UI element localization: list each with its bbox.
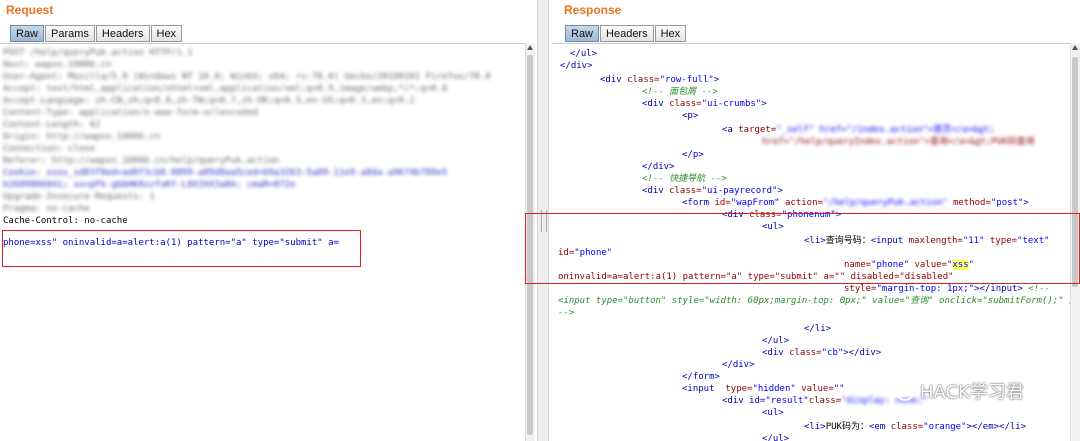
scroll-up-icon[interactable]	[527, 45, 533, 50]
code-line: </form>	[682, 372, 720, 382]
response-title: Response	[564, 3, 622, 17]
code-line: <form id="wapFrom" action="/help/queryPu…	[682, 198, 1029, 208]
request-header-line: Content-Type: application/x-www-form-url…	[3, 108, 258, 118]
request-pane: Request Raw Params Headers Hex POST /hel…	[0, 0, 535, 441]
code-line: <!-- 快捷导航 -->	[642, 174, 727, 184]
code-line: <div class="ui-payrecord">	[642, 186, 783, 196]
reflection-highlight-box	[525, 213, 1080, 284]
code-line: <a target="_self" href="/index.action">首…	[722, 125, 995, 135]
request-tab-headers[interactable]: Headers	[95, 25, 150, 42]
watermark: HACK学习君	[888, 378, 1024, 404]
code-line: <!-- 面包屑 -->	[642, 87, 718, 97]
code-line: -->	[558, 308, 575, 318]
code-line: </div>	[642, 162, 675, 172]
code-line: </div>	[722, 360, 755, 370]
code-line: href="/help/queryIndex.action">查询</a>&gt…	[762, 137, 1035, 147]
code-line: </ul>	[762, 336, 790, 346]
request-header-line: Connection: close	[3, 144, 96, 154]
code-line: <input type="hidden" value=""	[682, 384, 845, 394]
request-cache-control-line: Cache-Control: no-cache	[3, 216, 128, 226]
response-tab-hex[interactable]: Hex	[654, 25, 687, 42]
request-header-line: Host: wapxx.10086.cn	[3, 60, 112, 70]
request-header-line: Content-Length: 62	[3, 120, 101, 130]
code-line: <div class="row-full">	[600, 75, 720, 85]
code-line: <div class="ui-crumbs">	[642, 99, 767, 109]
request-tabs: Raw Params Headers Hex	[10, 25, 183, 42]
code-line: style="margin-top: 1px;"></input> <!--	[844, 284, 1050, 294]
response-tab-headers[interactable]: Headers	[600, 25, 654, 42]
request-cookie-line: b2689866841; xx=pFk-gbbHK8zzfuKY-L8X3XX3…	[3, 180, 296, 190]
code-line: <div class="cb"></div>	[762, 348, 882, 358]
code-line: </ul>	[570, 49, 598, 59]
code-line: </div>	[560, 61, 593, 71]
watermark-text: HACK学习君	[920, 382, 1024, 403]
code-line: </p>	[682, 150, 704, 160]
response-tab-raw[interactable]: Raw	[565, 25, 600, 42]
request-header-line: Pragma: no-cache	[3, 204, 90, 214]
payload-highlight-box	[2, 230, 361, 267]
request-title: Request	[6, 3, 54, 17]
request-header-line: Accept: text/html,application/xhtml+xml,…	[3, 84, 448, 94]
code-line: <p>	[682, 111, 699, 121]
code-line: <li>PUK码为：<em class="orange"></em></li>	[804, 422, 1027, 432]
code-line: </ul>	[762, 434, 790, 441]
wechat-icon	[888, 380, 914, 401]
request-header-line: Accept-Language: zh-CN,zh;q=0.8,zh-TW;q=…	[3, 96, 415, 106]
scroll-up-icon[interactable]	[1072, 45, 1078, 50]
code-line: </li>	[804, 324, 832, 334]
request-tab-params[interactable]: Params	[45, 25, 95, 42]
request-header-line: User-Agent: Mozilla/5.0 (Windows NT 10.0…	[3, 72, 491, 82]
response-tabs: Raw Headers Hex	[565, 25, 687, 42]
code-line: <ul>	[762, 408, 784, 418]
request-header-line: Referer: http://wapxx.10086.cn/help/quer…	[3, 156, 280, 166]
code-line: <input type="button" style="width: 60px;…	[558, 296, 1080, 306]
request-header-line: Origin: http://wapxx.10086.cn	[3, 132, 161, 142]
request-cookie-line: Cookie: xxxx_sd83f8ed=ad8f3cb8-8899-a89d…	[3, 168, 448, 178]
request-tab-hex[interactable]: Hex	[150, 25, 183, 42]
request-header-line: Upgrade-Insecure-Requests: 1	[3, 192, 155, 202]
request-tab-raw[interactable]: Raw	[10, 25, 45, 42]
request-header-line: POST /help/queryPuk.action HTTP/1.1	[3, 48, 193, 58]
